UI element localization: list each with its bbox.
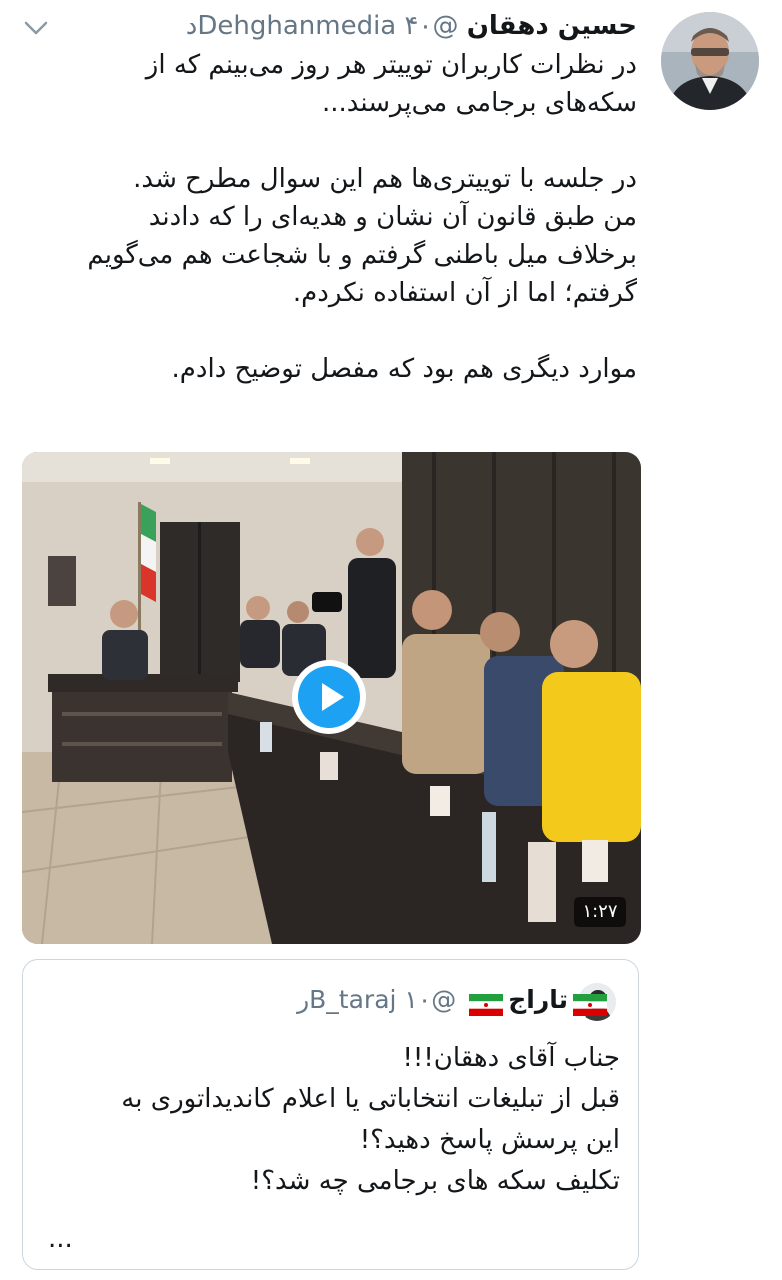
tweet-text-line: گرفتم؛ اما از آن استفاده نکردم. [292,278,637,308]
tweet-text-line: برخلاف میل باطنی گرفتم و با شجاعت هم می‌… [87,240,637,270]
play-icon [298,666,360,728]
tweet-text-line: موارد دیگری هم بود که مفصل توضیح دادم. [171,354,637,384]
tweet-text: در نظرات کاربران توییتر هر روز می‌بینم ک… [17,46,637,388]
tweet-text-line: سکه‌های برجامی می‌پرسند... [321,88,637,118]
quoted-text-line: تکلیف سکه های برجامی چه شد؟! [250,1166,620,1196]
tweet[interactable]: حسین دهقان @Dehghanmedia ۴۰د در نظرات کا… [0,0,782,1280]
author-avatar[interactable] [661,12,759,110]
tweet-text-line: در نظرات کاربران توییتر هر روز می‌بینم ک… [145,50,637,80]
avatar-photo [661,12,759,110]
iran-flag-icon [573,990,607,1016]
quoted-text-line: این پرسش پاسخ دهید؟! [359,1125,620,1155]
quoted-author-handle[interactable]: @B_taraj [309,985,456,1014]
chevron-down-icon[interactable] [22,18,50,38]
tweet-text-line: من طبق قانون آن نشان و هدیه‌ای را که داد… [148,202,637,232]
author-name[interactable]: حسین دهقان [467,11,637,41]
play-button[interactable] [292,660,366,734]
quoted-author-name[interactable]: تاراج [508,985,568,1014]
quoted-text-line: قبل از تبلیغات انتخاباتی یا اعلام کاندید… [121,1084,620,1114]
tweet-text-line: در جلسه با توییتری‌ها هم این سوال مطرح ش… [133,164,637,194]
quoted-text-line: جناب آقای دهقان!!! [402,1043,621,1073]
tweet-header: حسین دهقان @Dehghanmedia ۴۰د [186,8,637,44]
iran-flag-icon [469,990,504,1016]
video-duration: ۱:۲۷ [574,897,626,927]
quoted-text-ellipsis: ... [48,1224,73,1254]
quoted-tweet-text: جناب آقای دهقان!!! قبل از تبلیغات انتخاب… [20,1038,620,1202]
quoted-tweet-header: تاراج @B_taraj ۱۰ر [297,982,612,1018]
